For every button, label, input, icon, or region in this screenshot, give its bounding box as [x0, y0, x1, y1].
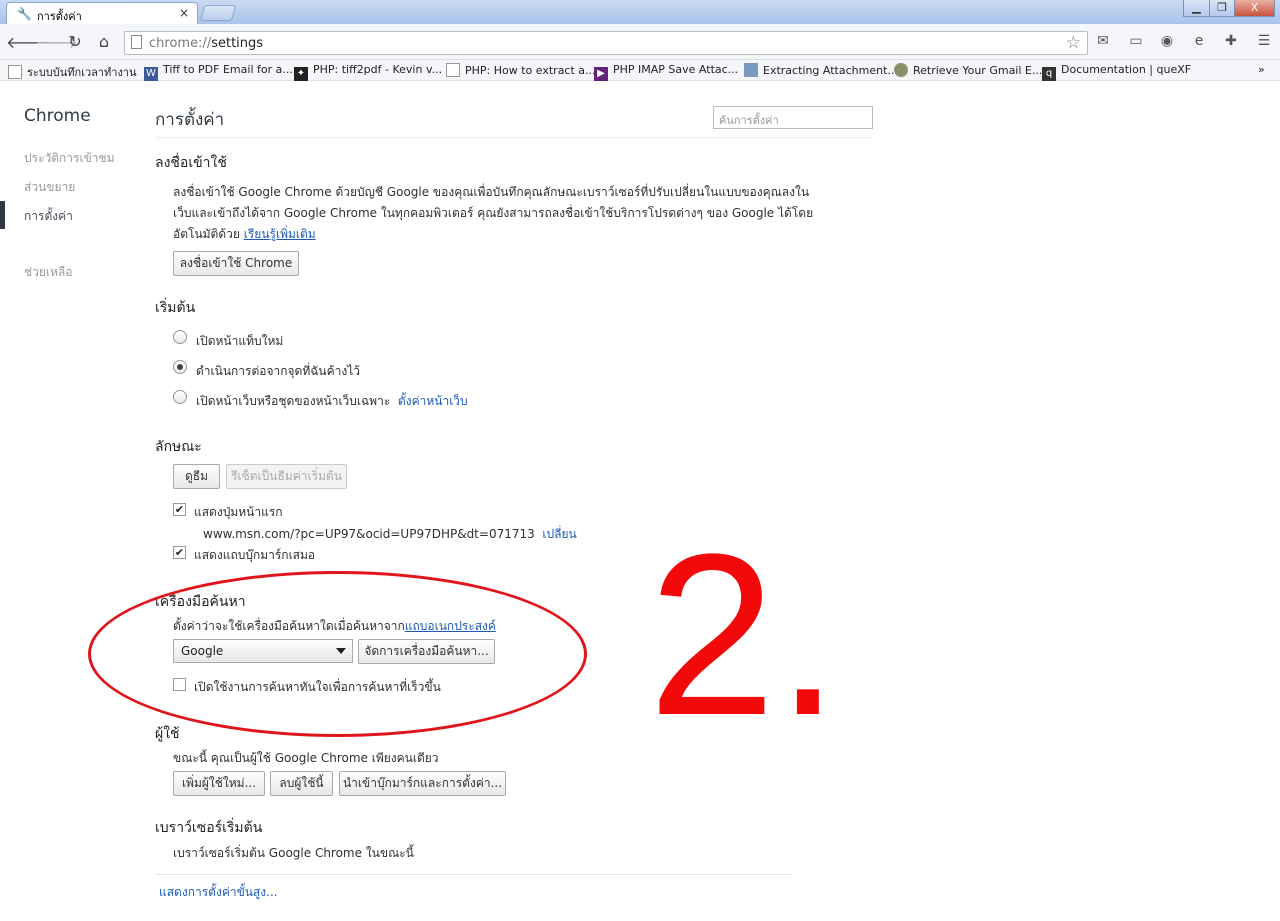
sidebar-item-settings[interactable]: การตั้งค่า [24, 207, 73, 226]
bookmark-item[interactable]: q Documentation | queXF [1042, 63, 1191, 81]
url-text: chrome://settings [149, 36, 264, 51]
add-user-button[interactable]: เพิ่มผู้ใช้ใหม่... [173, 771, 265, 796]
wrench-icon: 🔧 [17, 7, 32, 21]
default-browser-description: เบราว์เซอร์เริ่มต้น Google Chrome ในขณะน… [173, 846, 414, 860]
default-browser-heading: เบราว์เซอร์เริ่มต้น [155, 820, 263, 836]
page-icon [131, 35, 142, 49]
w-icon: W [144, 67, 158, 81]
startup-radio-continue[interactable] [173, 360, 187, 374]
show-bookmarks-label: แสดงแถบบุ๊กมาร์กเสมอ [194, 548, 316, 562]
ie-extension-icon[interactable]: e [1189, 33, 1209, 51]
blue-square-icon [744, 63, 758, 77]
learn-more-link[interactable]: เรียนรู้เพิ่มเติม [244, 227, 316, 241]
startup-option-label: ดำเนินการต่อจากจุดที่ฉันค้างไว้ [196, 364, 361, 378]
change-home-link[interactable]: เปลี่ยน [542, 527, 576, 541]
page-icon [8, 65, 22, 79]
delete-user-button[interactable]: ลบผู้ใช้นี้ [270, 771, 333, 796]
signin-text-line: อัตโนมัติด้วย เรียนรู้เพิ่มเติม [173, 227, 316, 241]
annotation-ellipse [88, 571, 587, 737]
sidebar-item-history[interactable]: ประวัติการเข้าชม [24, 149, 115, 168]
startup-radio-newtab[interactable] [173, 330, 187, 344]
bookmark-item[interactable]: Retrieve Your Gmail E... [894, 63, 1042, 77]
tab-close-icon[interactable]: × [179, 6, 189, 20]
bookmarks-bar: ระบบบันทึกเวลาทำงาน W Tiff to PDF Email f… [0, 60, 1280, 81]
show-home-checkbox[interactable]: ✔ [173, 503, 186, 516]
title-bar: 🔧 การตั้งค่า × ▁ ❐ X [0, 0, 1280, 24]
settings-search-input[interactable]: ค้นการตั้งค่า [713, 106, 873, 129]
puzzle-extension-icon[interactable]: ✚ [1221, 33, 1241, 51]
close-window-button[interactable]: X [1234, 0, 1275, 17]
users-heading: ผู้ใช้ [155, 726, 180, 742]
home-icon[interactable]: ⌂ [93, 32, 115, 51]
bookmark-item[interactable]: ▶ PHP IMAP Save Attac... [594, 63, 738, 81]
startup-heading: เริ่มต้น [155, 300, 196, 316]
reload-icon[interactable]: ↻ [64, 32, 86, 51]
set-pages-link[interactable]: ตั้งค่าหน้าเว็บ [398, 394, 468, 408]
appearance-heading: ลักษณะ [155, 439, 202, 455]
show-home-label: แสดงปุ่มหน้าแรก [194, 505, 283, 519]
themes-button[interactable]: ดูธีม [173, 464, 220, 489]
forward-icon[interactable]: 🡒 [35, 32, 78, 52]
vs-icon: ▶ [594, 67, 608, 81]
signin-text-line: เว็บและเข้าถึงได้จาก Google Chrome ในทุก… [173, 206, 814, 220]
signin-heading: ลงชื่อเข้าใช้ [155, 155, 227, 171]
bookmark-item[interactable]: Extracting Attachment... [744, 63, 898, 77]
bookmarks-overflow-icon[interactable]: » [1258, 63, 1265, 76]
minimize-button[interactable]: ▁ [1183, 0, 1210, 17]
show-bookmarks-checkbox[interactable]: ✔ [173, 546, 186, 559]
startup-option-label: เปิดหน้าแท็บใหม่ [196, 334, 284, 348]
bookmark-star-icon[interactable]: ☆ [1066, 33, 1081, 53]
advanced-settings-link[interactable]: แสดงการตั้งค่าขั้นสูง... [159, 883, 278, 902]
sidebar-item-extensions[interactable]: ส่วนขยาย [24, 178, 75, 197]
quexf-icon: q [1042, 67, 1056, 81]
window-extension-icon[interactable]: ▭ [1126, 33, 1146, 51]
bookmark-item[interactable]: ระบบบันทึกเวลาทำงาน [8, 63, 137, 81]
import-bookmarks-button[interactable]: นำเข้าบุ๊กมาร์กและการตั้งค่า... [339, 771, 506, 796]
reset-theme-button[interactable]: รีเซ็ตเป็นธีมค่าเริ่มต้น [226, 464, 347, 489]
gmail-extension-icon[interactable]: ✉ [1093, 33, 1113, 51]
address-bar[interactable]: chrome://settings ☆ [124, 31, 1088, 55]
page-icon [446, 63, 460, 77]
signin-text-line: ลงชื่อเข้าใช้ Google Chrome ด้วยบัญชี Go… [173, 185, 810, 199]
users-description: ขณะนี้ คุณเป็นผู้ใช้ Google Chrome เพียง… [173, 751, 439, 765]
sidebar-active-marker [0, 201, 5, 229]
home-url-line: www.msn.com/?pc=UP97&ocid=UP97DHP&dt=071… [203, 527, 577, 541]
signin-button[interactable]: ลงชื่อเข้าใช้ Chrome [173, 251, 299, 276]
footer-divider [155, 874, 793, 875]
back-icon[interactable]: 🡐 [6, 32, 49, 52]
startup-option-label: เปิดหน้าเว็บหรือชุดของหน้าเว็บเฉพาะ ตั้ง… [196, 394, 468, 408]
sidebar-title: Chrome [24, 106, 91, 126]
settings-tab[interactable]: 🔧 การตั้งค่า × [6, 2, 198, 24]
page-title: การตั้งค่า [155, 110, 225, 130]
new-tab-button[interactable] [199, 5, 237, 21]
blocker-extension-icon[interactable]: ◉ [1157, 33, 1177, 51]
tab-title: การตั้งค่า [37, 10, 82, 23]
header-divider [155, 137, 873, 138]
bookmark-item[interactable]: PHP: How to extract a... [446, 63, 596, 77]
bookmark-item[interactable]: ✦ PHP: tiff2pdf - Kevin v... [294, 63, 442, 81]
figure-icon: ✦ [294, 67, 308, 81]
globe-icon [894, 63, 908, 77]
sidebar-item-help[interactable]: ช่วยเหลือ [24, 263, 73, 282]
restore-button[interactable]: ❐ [1209, 0, 1235, 17]
startup-radio-specific[interactable] [173, 390, 187, 404]
annotation-number: 2. [648, 506, 840, 763]
menu-icon[interactable]: ☰ [1254, 33, 1274, 51]
bookmark-item[interactable]: W Tiff to PDF Email for a... [144, 63, 293, 81]
